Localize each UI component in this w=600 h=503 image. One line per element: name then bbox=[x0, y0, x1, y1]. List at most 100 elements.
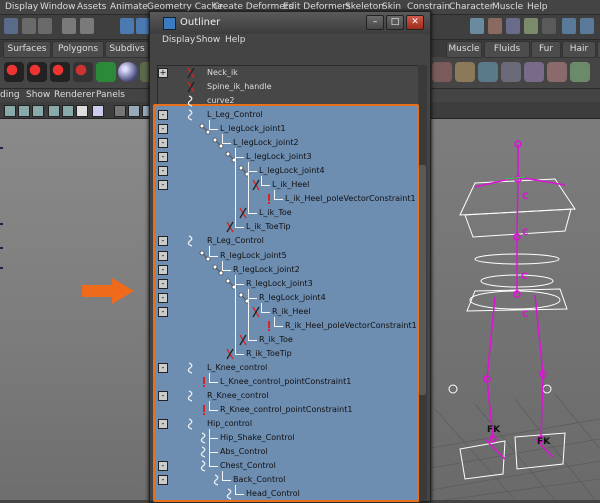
outliner-item[interactable]: + Neck_ik bbox=[0, 66, 420, 80]
collapse-icon[interactable]: - bbox=[158, 138, 168, 149]
collapse-icon[interactable]: - bbox=[158, 236, 168, 247]
outliner-item[interactable]: - L_ik_Heel bbox=[0, 178, 420, 192]
svg-text:C: C bbox=[522, 228, 529, 238]
menu-item-display[interactable]: Display bbox=[5, 2, 38, 12]
menu-item-character[interactable]: Character bbox=[449, 2, 493, 12]
outliner-item[interactable]: - Back_Control bbox=[0, 473, 420, 487]
shelf-icon-skin[interactable] bbox=[455, 62, 475, 82]
ipr-render-icon[interactable] bbox=[488, 18, 502, 34]
collapse-icon[interactable]: - bbox=[158, 180, 168, 191]
render-icon[interactable] bbox=[470, 18, 484, 34]
render-view-icon[interactable] bbox=[542, 18, 556, 34]
fk-label-right: FK bbox=[537, 437, 551, 447]
select-tool-icon[interactable] bbox=[62, 18, 76, 34]
menu-item-animate[interactable]: Animate bbox=[110, 2, 148, 12]
shelf-icon-deform[interactable] bbox=[501, 62, 521, 82]
tree-connector bbox=[209, 246, 210, 256]
outliner-item[interactable]: - R_Knee_control bbox=[0, 389, 420, 403]
outliner-item[interactable]: R_ik_Heel_poleVectorConstraint1 bbox=[0, 319, 420, 333]
collapse-icon[interactable]: - bbox=[158, 390, 168, 401]
outliner-item[interactable]: - R_ik_Heel bbox=[0, 305, 420, 319]
menu-item-muscle[interactable]: Muscle bbox=[492, 2, 523, 12]
shelf-tab-surfaces[interactable]: Surfaces bbox=[3, 41, 51, 58]
hypershade-icon[interactable] bbox=[524, 18, 538, 34]
collapse-icon[interactable]: - bbox=[158, 461, 168, 472]
render-settings-icon[interactable] bbox=[506, 18, 520, 34]
tree-connector bbox=[222, 260, 223, 270]
outliner-item[interactable]: - R_Leg_Control bbox=[0, 234, 420, 248]
outliner-item[interactable]: L_ik_Heel_poleVectorConstraint1 bbox=[0, 192, 420, 206]
collapse-icon[interactable]: - bbox=[158, 306, 168, 317]
lasso-tool-icon[interactable] bbox=[80, 18, 94, 34]
outliner-item[interactable]: L_ik_Toe bbox=[0, 206, 420, 220]
outliner-titlebar[interactable]: Outliner – □ ✕ bbox=[150, 12, 430, 34]
shelf-tab-polygons[interactable]: Polygons bbox=[52, 41, 104, 58]
menu-item-help[interactable]: Help bbox=[527, 2, 548, 12]
shelf-tab-subdivs[interactable]: Subdivs bbox=[105, 41, 149, 58]
collapse-icon[interactable]: - bbox=[158, 419, 168, 429]
outliner-item[interactable]: - L_Knee_control bbox=[0, 361, 420, 375]
shelf-tab-fluids[interactable]: Fluids bbox=[484, 41, 530, 58]
close-button[interactable]: ✕ bbox=[406, 15, 424, 30]
outliner-item-label: L_legLock_joint2 bbox=[233, 138, 299, 148]
outliner-item[interactable]: R_ik_Toe bbox=[0, 333, 420, 347]
collapse-icon[interactable]: - bbox=[158, 278, 168, 289]
outliner-item[interactable]: R_ik_ToeTip bbox=[0, 347, 420, 361]
collapse-icon[interactable]: - bbox=[158, 250, 168, 261]
shelf-icon-paint[interactable] bbox=[547, 62, 567, 82]
attribute-editor-icon[interactable] bbox=[580, 18, 594, 34]
collapse-icon[interactable]: - bbox=[158, 152, 168, 163]
shelf-icon-weights[interactable] bbox=[478, 62, 498, 82]
menu-item-assets[interactable]: Assets bbox=[77, 2, 106, 12]
outliner-item[interactable]: - L_legLock_joint4 bbox=[0, 164, 420, 178]
tree-connector bbox=[235, 227, 244, 229]
minimize-button[interactable]: – bbox=[366, 15, 384, 30]
outliner-item[interactable]: Spine_ik_handle bbox=[0, 80, 420, 94]
outliner-item[interactable]: - L_Leg_Control bbox=[0, 108, 420, 122]
panel-toggle-icon[interactable] bbox=[562, 18, 576, 34]
joint-icon bbox=[225, 278, 237, 290]
outliner-item[interactable]: curve2 bbox=[0, 94, 420, 108]
svg-text:C: C bbox=[521, 272, 528, 282]
save-scene-icon[interactable] bbox=[4, 18, 18, 34]
outliner-item-label: R_legLock_joint4 bbox=[259, 292, 326, 302]
shelf-tab-fur[interactable]: Fur bbox=[531, 41, 561, 58]
outliner-item[interactable]: L_ik_ToeTip bbox=[0, 220, 420, 234]
outliner-item[interactable]: - R_legLock_joint2 bbox=[0, 263, 420, 277]
scrollbar-thumb[interactable] bbox=[419, 165, 426, 395]
shelf-tab-muscle[interactable]: Muscle bbox=[446, 41, 482, 58]
collapse-icon[interactable]: - bbox=[158, 166, 168, 177]
tree-connector bbox=[222, 143, 231, 145]
tree-connector bbox=[209, 409, 218, 411]
shelf-tab-hair[interactable]: Hair bbox=[562, 41, 596, 58]
collapse-icon[interactable]: - bbox=[158, 264, 168, 275]
collapse-icon[interactable]: - bbox=[158, 124, 168, 135]
outliner-item[interactable]: - R_legLock_joint4 bbox=[0, 291, 420, 305]
collapse-icon[interactable]: - bbox=[158, 292, 168, 303]
outliner-item[interactable]: - L_legLock_joint2 bbox=[0, 136, 420, 150]
menu-item-window[interactable]: Window bbox=[40, 2, 76, 12]
collapse-icon[interactable]: - bbox=[158, 110, 168, 121]
outliner-item[interactable]: - Hip_control bbox=[0, 417, 420, 431]
joint-icon bbox=[212, 137, 224, 149]
rotate-tool-icon[interactable] bbox=[136, 18, 150, 34]
shelf-icon-mirror[interactable] bbox=[570, 62, 590, 82]
undo-icon[interactable] bbox=[22, 18, 36, 34]
menu-display[interactable]: Display bbox=[162, 35, 195, 45]
outliner-item[interactable]: Head_Control bbox=[0, 487, 420, 501]
menu-help[interactable]: Help bbox=[225, 35, 246, 45]
expand-icon[interactable]: + bbox=[158, 68, 168, 78]
shelf-icon-muscle[interactable] bbox=[432, 62, 452, 82]
outliner-item[interactable]: - R_legLock_joint3 bbox=[0, 277, 420, 291]
shelf-icon-relax[interactable] bbox=[524, 62, 544, 82]
outliner-item-label: L_legLock_joint3 bbox=[246, 152, 312, 162]
move-tool-icon[interactable] bbox=[120, 18, 134, 34]
outliner-item[interactable]: - L_legLock_joint3 bbox=[0, 150, 420, 164]
maximize-button[interactable]: □ bbox=[386, 15, 404, 30]
collapse-icon[interactable]: - bbox=[158, 475, 168, 486]
menu-show[interactable]: Show bbox=[196, 35, 220, 45]
viewport-rig-area[interactable]: C C C C FK FK bbox=[425, 119, 600, 500]
redo-icon[interactable] bbox=[38, 18, 52, 34]
tree-connector bbox=[209, 129, 218, 131]
collapse-icon[interactable]: - bbox=[158, 362, 168, 373]
